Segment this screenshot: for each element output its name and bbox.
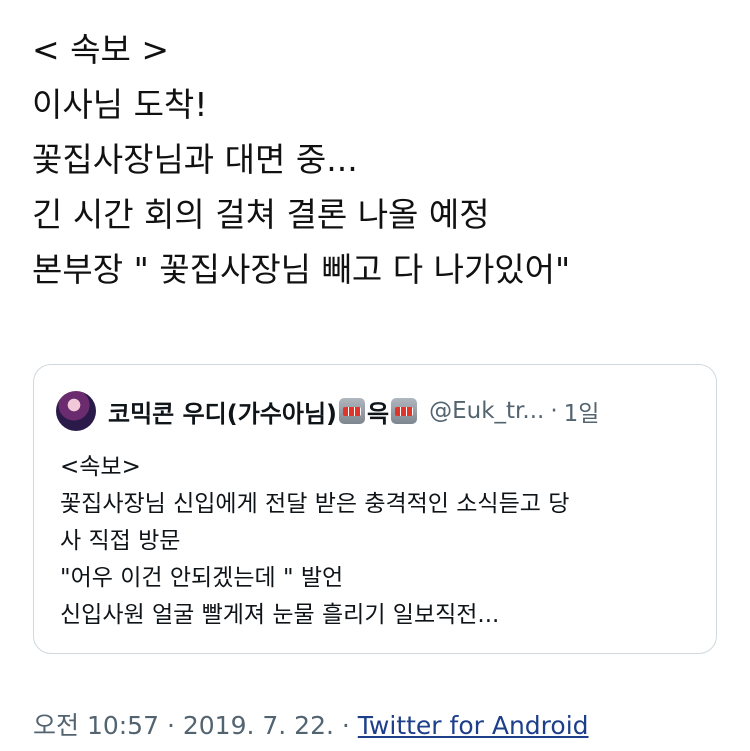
quoted-age: 1일 — [563, 401, 600, 427]
quoted-line: "어우 이건 안되겠는데 " 발언 — [60, 565, 344, 591]
quoted-display-name: 코믹콘 우디(가수아님) — [108, 399, 338, 428]
slot-machine-icon — [391, 398, 418, 424]
separator-dot: · — [550, 398, 558, 424]
quoted-line: <속보> — [60, 454, 141, 480]
separator-dot: · — [341, 711, 350, 740]
avatar[interactable] — [56, 391, 96, 431]
tweet-line: 긴 시간 회의 걸쳐 결론 나올 예정 — [32, 195, 490, 234]
tweet-line: 이사님 도착! — [32, 85, 208, 124]
tweet-text: < 속보 > 이사님 도착! 꽃집사장님과 대면 중... 긴 시간 회의 걸쳐… — [32, 22, 732, 297]
source-link[interactable]: Twitter for Android — [358, 711, 589, 740]
quoted-line: 꽃집사장님 신입에게 전달 받은 충격적인 소식듣고 당 — [60, 491, 570, 517]
separator-dot: · — [166, 711, 175, 740]
quoted-tweet-card[interactable]: 코믹콘 우디(가수아님) 윽 @Euk_tr... · 1일 <속보> 꽃집사장… — [33, 364, 717, 654]
quoted-tweet-text: <속보> 꽃집사장님 신입에게 전달 받은 충격적인 소식듣고 당 사 직접 방… — [60, 449, 696, 634]
slot-machine-icon — [339, 398, 366, 424]
tweet-line: 본부장 " 꽃집사장님 빼고 다 나가있어" — [32, 250, 571, 289]
tweet-date[interactable]: 2019. 7. 22. — [183, 711, 334, 740]
tweet-time[interactable]: 오전 10:57 — [33, 711, 159, 740]
quoted-handle: @Euk_tr... — [429, 398, 545, 424]
quoted-line: 신입사원 얼굴 빨게져 눈물 흘리기 일보직전... — [60, 602, 500, 628]
quoted-line: 사 직접 방문 — [60, 528, 181, 554]
tweet-metadata: 오전 10:57 · 2019. 7. 22. · Twitter for An… — [33, 706, 589, 742]
tweet-line: 꽃집사장님과 대면 중... — [32, 140, 358, 179]
tweet-line: < 속보 > — [32, 30, 170, 69]
quoted-tweet-header: 코믹콘 우디(가수아님) 윽 @Euk_tr... · 1일 — [56, 391, 696, 431]
quoted-name-suffix: 윽 — [367, 399, 390, 428]
